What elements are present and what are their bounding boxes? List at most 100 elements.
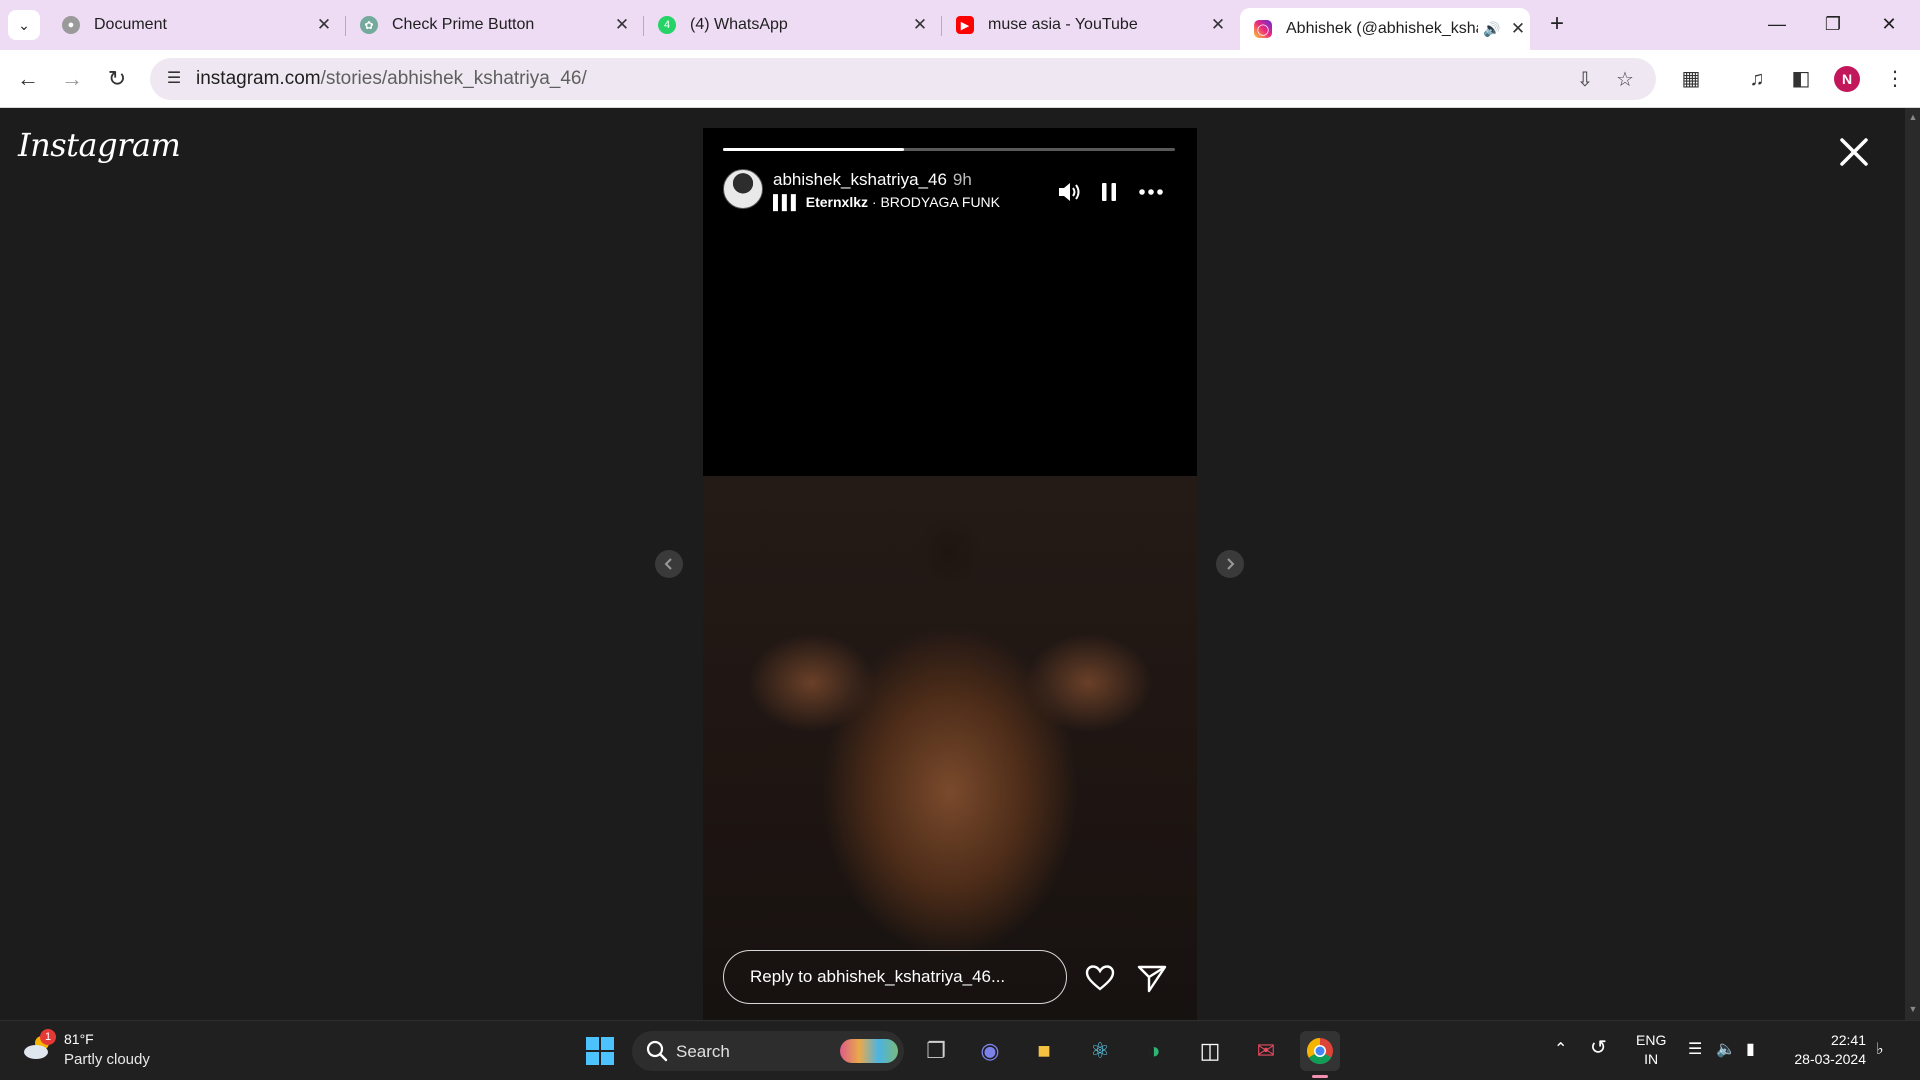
chrome-logo-icon (1306, 1037, 1333, 1065)
tab-search-button[interactable]: ⌄ (8, 10, 40, 40)
browser-toolbar: ← → ↻ ☰ instagram.com/stories/abhishek_k… (0, 50, 1920, 108)
music-separator: · (868, 194, 881, 210)
show-hidden-icons[interactable]: ⌃ (1554, 1039, 1567, 1059)
install-app-icon[interactable]: ⇩ (1572, 67, 1598, 93)
tab-instagram[interactable]: ◯ Abhishek (@abhishek_kshat 🔊 ✕ (1240, 8, 1530, 50)
wifi-icon[interactable]: ☰ (1688, 1039, 1702, 1059)
forward-button[interactable]: → (56, 63, 88, 95)
close-icon[interactable]: ✕ (1506, 19, 1530, 39)
url-host: instagram.com (196, 68, 321, 89)
speaker-icon[interactable]: 🔊 (1478, 21, 1506, 38)
clock-date: 28-03-2024 (1794, 1051, 1866, 1067)
language-code: ENG (1636, 1032, 1667, 1048)
close-icon[interactable]: ✕ (610, 15, 634, 35)
weather-notification-badge: 1 (40, 1029, 56, 1045)
close-story-icon[interactable] (1834, 132, 1874, 172)
instagram-logo[interactable]: Instagram (18, 126, 181, 164)
minimize-button[interactable]: — (1754, 8, 1800, 40)
tab-title: Document (94, 16, 167, 33)
windows-logo-icon (586, 1037, 614, 1065)
search-icon (646, 1040, 668, 1062)
tab-title: Check Prime Button (392, 16, 535, 33)
music-equalizer-icon: ▌▌▌ (773, 194, 801, 210)
tab-whatsapp[interactable]: 4 (4) WhatsApp ✕ (644, 6, 932, 44)
close-icon[interactable]: ✕ (312, 15, 336, 35)
back-button[interactable]: ← (12, 63, 44, 95)
story-username[interactable]: abhishek_kshatriya_46 (773, 170, 947, 189)
file-explorer-icon[interactable]: ■ (1024, 1031, 1064, 1071)
address-bar[interactable]: ☰ instagram.com/stories/abhishek_kshatri… (150, 58, 1656, 100)
youtube-icon: ▶ (956, 16, 974, 34)
windows-start-icon[interactable] (580, 1031, 620, 1071)
weather-temperature[interactable]: 81°F (64, 1031, 94, 1047)
task-view-icon[interactable]: ❐ (916, 1031, 956, 1071)
chatgpt-icon: ✿ (360, 16, 378, 34)
tab-document[interactable]: ● Document ✕ (48, 6, 336, 44)
window-close-button[interactable]: ✕ (1866, 8, 1912, 40)
previous-story-button[interactable] (655, 550, 683, 578)
music-artist: Eternxlkz (805, 194, 869, 210)
edge-browser-icon[interactable]: ◑ (1134, 1031, 1174, 1071)
bookmark-star-icon[interactable]: ☆ (1612, 67, 1638, 93)
globe-icon: ● (62, 16, 80, 34)
extensions-icon[interactable]: ▦ (1676, 64, 1706, 94)
mail-app-icon[interactable]: ✉ (1246, 1031, 1286, 1071)
story-card[interactable]: abhishek_kshatriya_46 9h ▌▌▌ Eternxlkz · B… (703, 128, 1197, 1020)
tab-check-prime-button[interactable]: ✿ Check Prime Button ✕ (346, 6, 634, 44)
site-settings-icon[interactable]: ☰ (162, 67, 186, 91)
page-scrollbar[interactable]: ▲ ▼ (1905, 108, 1920, 1020)
search-highlight-icon (840, 1039, 898, 1063)
tab-youtube[interactable]: ▶ muse asia - YouTube ✕ (942, 6, 1230, 44)
more-options-icon[interactable] (1137, 178, 1165, 206)
media-control-icon[interactable]: ♫ (1742, 64, 1772, 94)
weather-description[interactable]: Partly cloudy (64, 1051, 150, 1068)
menu-kebab-icon[interactable]: ⋮ (1880, 64, 1910, 94)
sync-icon[interactable]: ↺ (1590, 1035, 1607, 1060)
battery-icon[interactable]: ▮ (1746, 1039, 1755, 1059)
react-app-icon[interactable]: ⚛ (1080, 1031, 1120, 1071)
teams-chat-icon[interactable]: ◉ (970, 1031, 1010, 1071)
url-path: /stories/abhishek_kshatriya_46/ (320, 68, 587, 89)
music-track: BRODYAGA FUNK (880, 194, 1001, 210)
story-avatar[interactable] (723, 169, 763, 209)
chrome-active-indicator (1312, 1075, 1328, 1078)
whatsapp-icon: 4 (658, 16, 676, 34)
story-progress-fill (723, 148, 904, 151)
reload-button[interactable]: ↻ (101, 63, 133, 95)
pause-icon[interactable] (1095, 178, 1123, 206)
side-panel-icon[interactable]: ◧ (1786, 64, 1816, 94)
system-clock[interactable]: 22:41 28-03-2024 (1786, 1031, 1866, 1069)
screen: ⌄ ● Document ✕ ✿ Check Prime Button ✕ 4 … (0, 0, 1920, 1080)
notification-bell-icon[interactable]: ♭ (1876, 1039, 1884, 1059)
chrome-icon[interactable] (1300, 1031, 1340, 1071)
instagram-story-viewer: Instagram abhishek_kshatriya_46 9h ▌▌▌ Ete… (0, 108, 1905, 1020)
chevron-left-icon (664, 558, 672, 570)
reply-input[interactable]: Reply to abhishek_kshatriya_46... (723, 950, 1067, 1004)
story-username-row: abhishek_kshatriya_46 9h (773, 170, 972, 190)
language-indicator[interactable]: ENG IN (1636, 1031, 1666, 1069)
story-music[interactable]: ▌▌▌ Eternxlkz · BRODYAGA FUNK (773, 194, 1000, 210)
story-photo (703, 476, 1197, 1020)
microsoft-store-icon[interactable]: ◫ (1190, 1031, 1230, 1071)
chevron-down-icon: ⌄ (18, 16, 30, 33)
send-icon[interactable] (1136, 962, 1168, 994)
new-tab-button[interactable]: + (1542, 10, 1572, 40)
story-progress-bar (723, 148, 1175, 151)
profile-avatar[interactable]: N (1834, 66, 1860, 92)
url-text[interactable]: instagram.com/stories/abhishek_kshatriya… (196, 68, 587, 90)
close-icon[interactable]: ✕ (908, 15, 932, 35)
tab-title: (4) WhatsApp (690, 16, 788, 33)
scroll-down-icon[interactable]: ▼ (1908, 1004, 1918, 1014)
volume-icon[interactable] (1055, 178, 1083, 206)
heart-icon[interactable] (1084, 962, 1116, 994)
instagram-icon: ◯ (1254, 20, 1272, 38)
clock-time: 22:41 (1830, 1032, 1866, 1048)
chevron-right-icon (1227, 558, 1235, 570)
taskbar-search-box[interactable]: Search (632, 1031, 904, 1071)
tab-title: muse asia - YouTube (988, 16, 1138, 33)
volume-tray-icon[interactable]: 🔈 (1716, 1039, 1736, 1059)
restore-button[interactable]: ❐ (1810, 8, 1856, 40)
close-icon[interactable]: ✕ (1206, 15, 1230, 35)
next-story-button[interactable] (1216, 550, 1244, 578)
scroll-up-icon[interactable]: ▲ (1908, 112, 1918, 122)
